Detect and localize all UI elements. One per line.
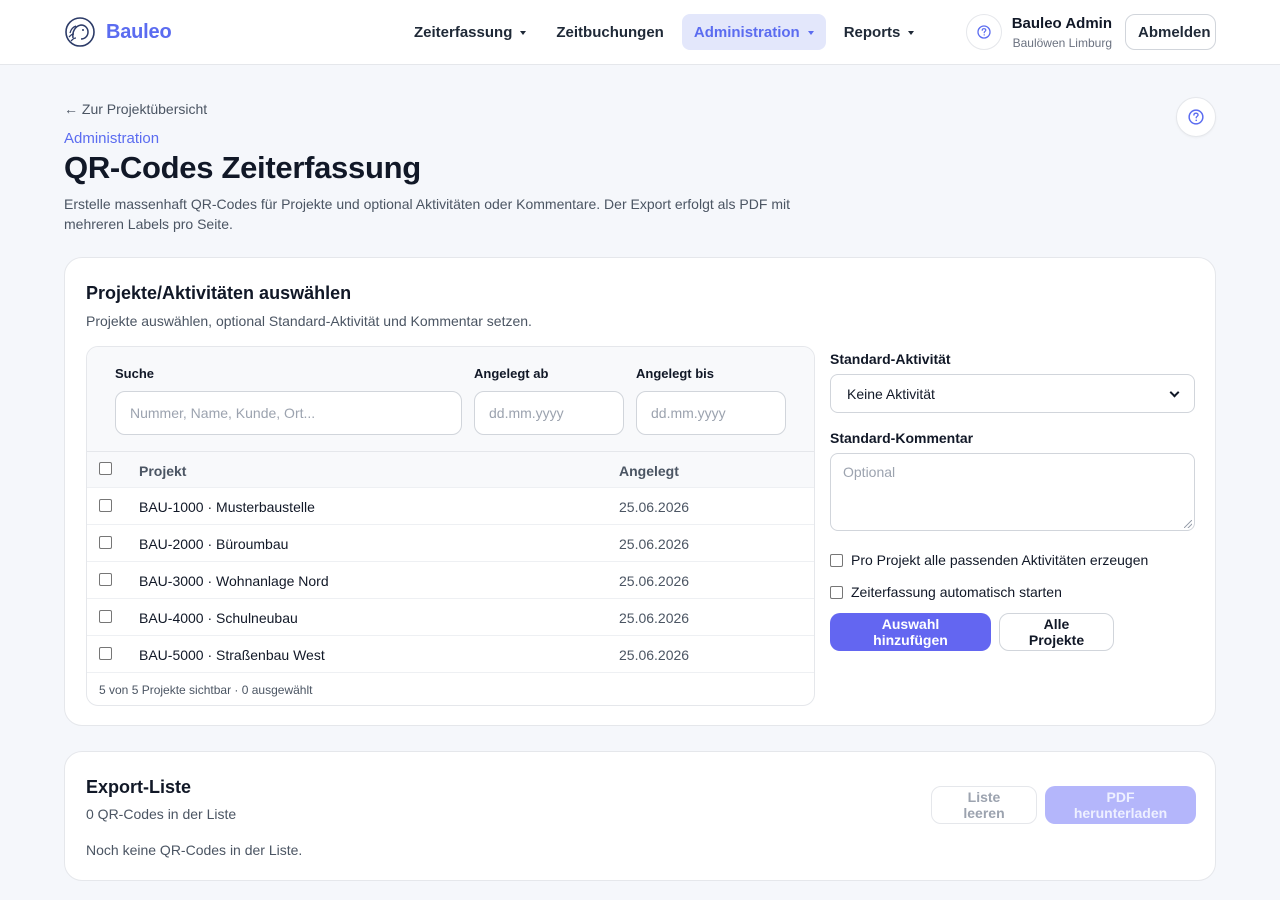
brand-name: Bauleo <box>106 20 172 43</box>
row-checkbox[interactable] <box>99 647 112 660</box>
created-from-label: Angelegt ab <box>474 366 549 381</box>
option-autostart[interactable]: Zeiterfassung automatisch starten <box>830 584 1062 600</box>
question-circle-icon <box>1188 109 1204 125</box>
nav-reports[interactable]: Reports <box>832 14 927 50</box>
select-all-checkbox[interactable] <box>99 462 112 475</box>
clear-list-button[interactable]: Liste leeren <box>931 786 1037 824</box>
user-org: Baulöwen Limburg <box>1012 36 1112 50</box>
row-checkbox[interactable] <box>99 499 112 512</box>
search-label: Suche <box>115 366 155 381</box>
page-title: QR-Codes Zeiterfassung <box>64 150 421 185</box>
nav-label: Zeiterfassung <box>414 23 513 41</box>
autostart-label: Zeiterfassung automatisch starten <box>851 584 1062 600</box>
row-checkbox[interactable] <box>99 536 112 549</box>
created-to-label: Angelegt bis <box>636 366 715 381</box>
caret-down-icon <box>908 30 915 35</box>
project-name: BAU-4000 · Schulneubau <box>139 610 298 626</box>
column-created: Angelegt <box>619 463 679 479</box>
chevron-down-icon <box>1169 387 1180 397</box>
caret-down-icon <box>807 30 814 35</box>
project-selection-card: Projekte/Aktivitäten auswählen Projekte … <box>64 257 1216 726</box>
row-checkbox[interactable] <box>99 573 112 586</box>
created-date: 25.06.2026 <box>619 647 690 663</box>
all-projects-button[interactable]: Alle Projekte <box>999 613 1114 651</box>
export-empty-message: Noch keine QR-Codes in der Liste. <box>86 842 303 858</box>
search-input[interactable] <box>115 391 462 435</box>
main-nav: Zeiterfassung Zeitbuchungen Administrati… <box>402 14 926 50</box>
selection-subtitle: Projekte auswählen, optional Standard-Ak… <box>86 313 532 329</box>
page-description: Erstelle massenhaft QR-Codes für Projekt… <box>64 196 790 232</box>
comment-placeholder: Optional <box>843 464 896 480</box>
default-activity-label: Standard-Aktivität <box>830 351 951 367</box>
download-pdf-button[interactable]: PDF herunterladen <box>1045 786 1196 824</box>
project-name: BAU-2000 · Büroumbau <box>139 536 289 552</box>
project-name: BAU-5000 · Straßenbau West <box>139 647 325 663</box>
default-activity-select[interactable]: Keine Aktivität <box>830 374 1195 413</box>
created-to-input[interactable] <box>636 391 786 435</box>
export-list-card: Export-Liste 0 QR-Codes in der Liste Noc… <box>64 751 1216 881</box>
table-row[interactable]: BAU-3000 · Wohnanlage Nord 25.06.2026 <box>87 562 814 599</box>
default-comment-textarea[interactable]: Optional <box>830 453 1195 531</box>
nav-zeitbuchungen[interactable]: Zeitbuchungen <box>544 14 676 50</box>
top-bar: Bauleo Zeiterfassung Zeitbuchungen Admin… <box>0 0 1280 65</box>
project-name: BAU-1000 · Musterbaustelle <box>139 499 315 515</box>
created-from-input[interactable] <box>474 391 624 435</box>
nav-label: Zeitbuchungen <box>556 23 664 41</box>
created-date: 25.06.2026 <box>619 573 690 589</box>
table-row[interactable]: BAU-2000 · Büroumbau 25.06.2026 <box>87 525 814 562</box>
user-info: Bauleo Admin Baulöwen Limburg <box>1012 15 1112 50</box>
option-all-activities[interactable]: Pro Projekt alle passenden Aktivitäten e… <box>830 552 1148 568</box>
logout-button[interactable]: Abmelden <box>1125 14 1216 50</box>
nav-administration[interactable]: Administration <box>681 14 826 50</box>
question-circle-icon <box>977 25 991 39</box>
section-eyebrow: Administration <box>64 130 160 147</box>
export-count: 0 QR-Codes in der Liste <box>86 806 237 822</box>
created-date: 25.06.2026 <box>619 610 690 626</box>
nav-label: Reports <box>843 23 901 41</box>
table-row[interactable]: BAU-1000 · Musterbaustelle 25.06.2026 <box>87 488 814 525</box>
page-help-button[interactable] <box>1176 97 1216 137</box>
table-row[interactable]: BAU-5000 · Straßenbau West 25.06.2026 <box>87 636 814 673</box>
caret-down-icon <box>520 30 527 35</box>
default-comment-label: Standard-Kommentar <box>830 430 974 446</box>
column-project: Projekt <box>139 463 187 479</box>
project-table-panel: Suche Angelegt ab Angelegt bis Projekt A… <box>86 346 815 706</box>
nav-label: Administration <box>693 23 800 41</box>
lion-logo-icon <box>65 17 95 47</box>
add-selection-button[interactable]: Auswahl hinzufügen <box>830 613 991 651</box>
table-footer-status: 5 von 5 Projekte sichtbar · 0 ausgewählt <box>99 683 313 697</box>
resize-handle-icon[interactable] <box>1184 520 1192 528</box>
filter-bar: Suche Angelegt ab Angelegt bis <box>87 347 814 452</box>
default-activity-value: Keine Aktivität <box>847 385 935 402</box>
export-title: Export-Liste <box>86 777 192 797</box>
project-name: BAU-3000 · Wohnanlage Nord <box>139 573 329 589</box>
brand[interactable]: Bauleo <box>64 16 172 48</box>
created-date: 25.06.2026 <box>619 499 690 515</box>
all-activities-checkbox[interactable] <box>830 553 843 567</box>
row-checkbox[interactable] <box>99 610 112 623</box>
table-row[interactable]: BAU-4000 · Schulneubau 25.06.2026 <box>87 599 814 636</box>
table-header: Projekt Angelegt <box>87 452 814 488</box>
all-activities-label: Pro Projekt alle passenden Aktivitäten e… <box>851 552 1149 568</box>
selection-title: Projekte/Aktivitäten auswählen <box>86 283 352 303</box>
user-name: Bauleo Admin <box>1011 15 1112 32</box>
created-date: 25.06.2026 <box>619 536 690 552</box>
header-help-button[interactable] <box>966 14 1002 50</box>
back-to-projects-link[interactable]: ← Zur Projektübersicht <box>64 101 207 117</box>
nav-zeiterfassung[interactable]: Zeiterfassung <box>402 14 538 50</box>
autostart-checkbox[interactable] <box>830 585 843 599</box>
